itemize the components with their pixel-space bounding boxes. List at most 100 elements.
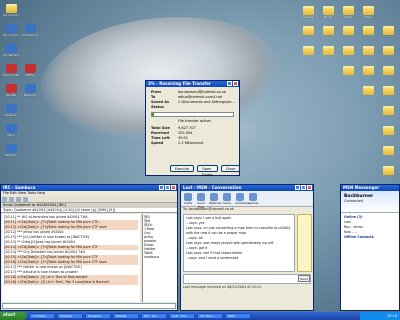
desktop-icon[interactable]: Music	[320, 6, 336, 19]
desktop-icon[interactable]: My Documents	[3, 4, 19, 17]
clock[interactable]: 20:16	[387, 314, 397, 318]
desktop-icon[interactable]	[360, 26, 376, 36]
reply-input[interactable]	[183, 274, 311, 284]
channels-icon[interactable]	[16, 197, 21, 202]
minimize-button[interactable]: _	[227, 81, 232, 86]
desktop-icon[interactable]	[380, 46, 396, 56]
irc-message-log: [20:11] ** #t2 dj-tarantino has joined #…	[2, 214, 140, 302]
im-status-bar: Last message received on 06/10/2004 at 2…	[183, 285, 263, 289]
speed-row: Speed 2.2 KB/second	[151, 141, 204, 145]
desktop-icon[interactable]	[360, 66, 376, 76]
folder-icon	[322, 46, 334, 55]
file-transfer-dialog: 3% - Receiving File Transfer _ × From band…	[145, 80, 241, 177]
desktop-icon[interactable]	[340, 26, 356, 36]
taskbar-button[interactable]: Mozilla	[113, 313, 139, 319]
desktop-icon[interactable]	[380, 126, 396, 136]
voice-button[interactable]: Voice	[222, 193, 232, 205]
send-files-button[interactable]: Send Files	[196, 193, 206, 209]
desktop-icon[interactable]	[380, 26, 396, 36]
folder-icon	[382, 106, 394, 115]
folder-icon	[382, 126, 394, 135]
folder-icon	[382, 26, 394, 35]
desktop-icon[interactable]: Games	[300, 6, 316, 19]
taskbar-button[interactable]: 7 Folders	[29, 313, 55, 319]
close-window-button[interactable]: ×	[171, 185, 176, 190]
folder-icon	[362, 26, 374, 35]
folder-icon	[382, 146, 394, 155]
presence-status[interactable]: Connected	[344, 199, 363, 203]
desktop-icon[interactable]	[380, 166, 396, 176]
network-icon	[24, 84, 36, 93]
connect-icon[interactable]	[2, 197, 7, 202]
desktop-icon[interactable]: Network	[22, 84, 38, 97]
desktop-icon[interactable]	[360, 86, 376, 96]
desktop-icon[interactable]	[340, 46, 356, 56]
desktop-icon[interactable]: Nero	[3, 124, 19, 137]
games-button[interactable]: Games	[248, 193, 259, 205]
desktop-icon[interactable]: Files	[360, 6, 376, 19]
irc-message-input[interactable]	[2, 303, 176, 309]
minimize-button[interactable]: _	[159, 185, 164, 190]
desktop-icon[interactable]: Video	[340, 6, 356, 19]
nick-item[interactable]: sambuca	[144, 255, 176, 259]
maximize-button[interactable]: □	[301, 185, 306, 190]
desktop-icon[interactable]	[360, 46, 376, 56]
taskbar-button[interactable]: Winamp	[57, 313, 83, 319]
desktop-icon[interactable]	[380, 66, 396, 76]
desktop-icon[interactable]	[380, 86, 396, 96]
desktop-icon[interactable]	[300, 26, 316, 36]
desktop-icon[interactable]: Recycle Bin	[3, 64, 19, 77]
voice-icon	[223, 193, 231, 201]
system-tray: 20:16	[360, 312, 400, 320]
folder-icon	[362, 46, 374, 55]
close-button[interactable]: Close	[220, 165, 241, 172]
outlook-icon	[5, 104, 17, 113]
desktop-icon[interactable]	[320, 46, 336, 56]
taskbar-button[interactable]: 3% Recv...	[197, 313, 223, 319]
im-conversation-window: Lost - MSN - Conversation _ □ × Invite Sen…	[180, 184, 314, 311]
folder-icon	[362, 86, 374, 95]
taskbar-button[interactable]: IRC - Sa...	[141, 313, 167, 319]
activities-icon	[236, 193, 244, 201]
network-icon	[5, 44, 17, 53]
webcam-button[interactable]: Webcam	[209, 193, 222, 205]
minimize-button[interactable]: _	[295, 185, 300, 190]
start-button[interactable]: start	[0, 312, 27, 320]
desktop-icon[interactable]: Mozilla	[3, 84, 19, 97]
progress-fill	[152, 113, 155, 116]
taskbar-button[interactable]: MSN	[225, 313, 251, 319]
desktop-icon[interactable]	[300, 46, 316, 56]
desktop-icon[interactable]	[380, 146, 396, 156]
im-toolbar: Invite Send Files Webcam Voice Activitie…	[181, 191, 313, 209]
desktop-icon[interactable]	[340, 66, 356, 76]
irc-toolbar	[1, 196, 177, 203]
desktop-icon[interactable]: WinAmp	[3, 144, 19, 157]
folder-icon	[382, 66, 394, 75]
desktop-icon[interactable]: Office	[22, 64, 38, 77]
contact-list: Online (3) Lost Roz - stress Kolo - ... …	[341, 213, 399, 242]
send-button[interactable]: Send	[298, 275, 310, 282]
close-window-button[interactable]: ×	[233, 81, 238, 86]
nero-icon	[5, 124, 17, 133]
execute-button[interactable]: Execute	[170, 165, 194, 172]
conversation-history: Lost says: i see a bull again ...says: y…	[183, 214, 295, 272]
taskbar-button[interactable]: Lost - Ms...	[169, 313, 195, 319]
invite-button[interactable]: Invite	[183, 193, 193, 205]
channel-topic: Topic: Quakenet #t2004 [#t2004] [4.50] […	[1, 208, 177, 213]
dcc-icon[interactable]	[23, 197, 28, 202]
desktop-icon[interactable]: Outlook	[3, 104, 19, 117]
folder-icon	[362, 6, 374, 15]
options-icon[interactable]	[9, 197, 14, 202]
desktop-icon[interactable]	[380, 106, 396, 116]
status-row: Status	[151, 105, 164, 109]
contact-group[interactable]: Offline Contacts	[344, 235, 396, 240]
activities-button[interactable]: Activities	[235, 193, 249, 205]
desktop-icon[interactable]: Photoshop	[22, 24, 38, 37]
desktop-icon[interactable]: My Computer	[3, 24, 19, 37]
desktop-icon[interactable]	[320, 26, 336, 36]
maximize-button[interactable]: □	[165, 185, 170, 190]
taskbar-button[interactable]: Notepad	[85, 313, 111, 319]
close-window-button[interactable]: ×	[307, 185, 312, 190]
desktop-icon[interactable]: My Network	[3, 44, 19, 57]
open-folder-button[interactable]: Open Folder	[197, 165, 218, 177]
